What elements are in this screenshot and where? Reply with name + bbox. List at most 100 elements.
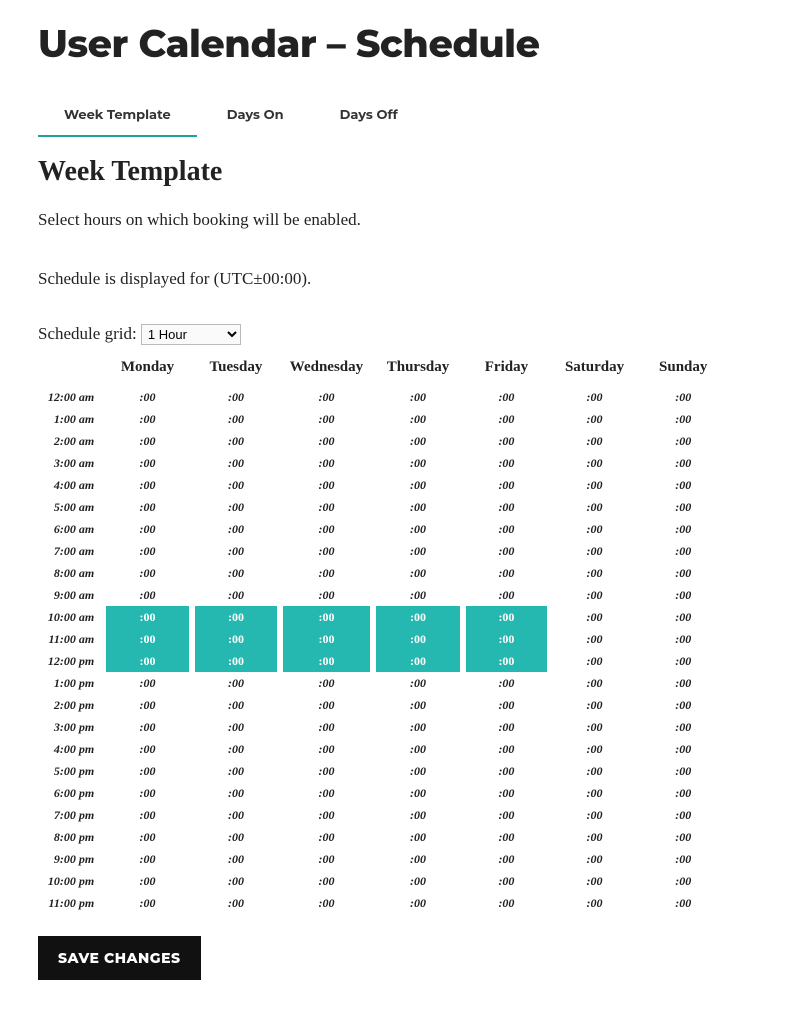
schedule-cell[interactable]: :00 [376, 738, 460, 760]
schedule-cell[interactable]: :00 [106, 606, 189, 628]
schedule-cell[interactable]: :00 [642, 606, 724, 628]
schedule-cell[interactable]: :00 [466, 606, 547, 628]
schedule-cell[interactable]: :00 [283, 738, 370, 760]
schedule-cell[interactable]: :00 [642, 826, 724, 848]
schedule-cell[interactable]: :00 [466, 716, 547, 738]
schedule-cell[interactable]: :00 [376, 672, 460, 694]
schedule-cell[interactable]: :00 [642, 496, 724, 518]
schedule-cell[interactable]: :00 [283, 584, 370, 606]
schedule-cell[interactable]: :00 [195, 804, 277, 826]
schedule-cell[interactable]: :00 [553, 452, 637, 474]
schedule-cell[interactable]: :00 [106, 408, 189, 430]
schedule-cell[interactable]: :00 [376, 452, 460, 474]
schedule-cell[interactable]: :00 [106, 672, 189, 694]
schedule-cell[interactable]: :00 [642, 694, 724, 716]
schedule-cell[interactable]: :00 [642, 518, 724, 540]
schedule-cell[interactable]: :00 [376, 826, 460, 848]
schedule-cell[interactable]: :00 [376, 716, 460, 738]
schedule-cell[interactable]: :00 [195, 760, 277, 782]
schedule-cell[interactable]: :00 [553, 716, 637, 738]
schedule-cell[interactable]: :00 [106, 804, 189, 826]
schedule-cell[interactable]: :00 [283, 892, 370, 914]
schedule-cell[interactable]: :00 [195, 628, 277, 650]
schedule-cell[interactable]: :00 [376, 584, 460, 606]
schedule-cell[interactable]: :00 [642, 562, 724, 584]
schedule-cell[interactable]: :00 [642, 892, 724, 914]
schedule-cell[interactable]: :00 [642, 650, 724, 672]
schedule-cell[interactable]: :00 [283, 386, 370, 408]
schedule-cell[interactable]: :00 [642, 452, 724, 474]
schedule-cell[interactable]: :00 [553, 892, 637, 914]
schedule-cell[interactable]: :00 [195, 386, 277, 408]
schedule-cell[interactable]: :00 [466, 452, 547, 474]
schedule-cell[interactable]: :00 [553, 848, 637, 870]
schedule-cell[interactable]: :00 [376, 650, 460, 672]
schedule-cell[interactable]: :00 [106, 518, 189, 540]
schedule-cell[interactable]: :00 [106, 738, 189, 760]
schedule-cell[interactable]: :00 [466, 782, 547, 804]
schedule-cell[interactable]: :00 [376, 870, 460, 892]
schedule-cell[interactable]: :00 [283, 694, 370, 716]
schedule-cell[interactable]: :00 [106, 716, 189, 738]
schedule-cell[interactable]: :00 [642, 584, 724, 606]
schedule-cell[interactable]: :00 [195, 562, 277, 584]
schedule-cell[interactable]: :00 [466, 694, 547, 716]
schedule-cell[interactable]: :00 [195, 650, 277, 672]
schedule-cell[interactable]: :00 [553, 584, 637, 606]
schedule-cell[interactable]: :00 [553, 628, 637, 650]
schedule-cell[interactable]: :00 [106, 650, 189, 672]
schedule-cell[interactable]: :00 [376, 848, 460, 870]
schedule-cell[interactable]: :00 [553, 694, 637, 716]
schedule-grid-select[interactable]: 1 Hour [141, 324, 241, 345]
schedule-cell[interactable]: :00 [553, 518, 637, 540]
schedule-cell[interactable]: :00 [642, 870, 724, 892]
schedule-cell[interactable]: :00 [466, 408, 547, 430]
schedule-cell[interactable]: :00 [466, 650, 547, 672]
schedule-cell[interactable]: :00 [195, 892, 277, 914]
schedule-cell[interactable]: :00 [106, 496, 189, 518]
schedule-cell[interactable]: :00 [106, 848, 189, 870]
schedule-cell[interactable]: :00 [283, 474, 370, 496]
schedule-cell[interactable]: :00 [642, 672, 724, 694]
schedule-cell[interactable]: :00 [283, 716, 370, 738]
schedule-cell[interactable]: :00 [466, 760, 547, 782]
schedule-cell[interactable]: :00 [642, 782, 724, 804]
schedule-cell[interactable]: :00 [283, 848, 370, 870]
schedule-cell[interactable]: :00 [466, 848, 547, 870]
schedule-cell[interactable]: :00 [283, 562, 370, 584]
schedule-cell[interactable]: :00 [466, 430, 547, 452]
schedule-cell[interactable]: :00 [553, 826, 637, 848]
schedule-cell[interactable]: :00 [466, 562, 547, 584]
schedule-cell[interactable]: :00 [466, 584, 547, 606]
schedule-cell[interactable]: :00 [642, 386, 724, 408]
schedule-cell[interactable]: :00 [466, 870, 547, 892]
schedule-cell[interactable]: :00 [283, 760, 370, 782]
schedule-cell[interactable]: :00 [283, 628, 370, 650]
schedule-cell[interactable]: :00 [642, 760, 724, 782]
schedule-cell[interactable]: :00 [195, 540, 277, 562]
tab-days-on[interactable]: Days On [201, 97, 310, 137]
schedule-cell[interactable]: :00 [195, 452, 277, 474]
schedule-cell[interactable]: :00 [283, 496, 370, 518]
schedule-cell[interactable]: :00 [553, 474, 637, 496]
schedule-cell[interactable]: :00 [283, 650, 370, 672]
schedule-cell[interactable]: :00 [195, 694, 277, 716]
schedule-cell[interactable]: :00 [642, 430, 724, 452]
schedule-cell[interactable]: :00 [106, 760, 189, 782]
schedule-cell[interactable]: :00 [553, 650, 637, 672]
schedule-cell[interactable]: :00 [376, 474, 460, 496]
schedule-cell[interactable]: :00 [553, 540, 637, 562]
schedule-cell[interactable]: :00 [376, 430, 460, 452]
schedule-cell[interactable]: :00 [466, 540, 547, 562]
schedule-cell[interactable]: :00 [106, 386, 189, 408]
schedule-cell[interactable]: :00 [553, 606, 637, 628]
schedule-cell[interactable]: :00 [466, 628, 547, 650]
schedule-cell[interactable]: :00 [466, 474, 547, 496]
schedule-cell[interactable]: :00 [553, 430, 637, 452]
schedule-cell[interactable]: :00 [106, 628, 189, 650]
schedule-cell[interactable]: :00 [376, 606, 460, 628]
schedule-cell[interactable]: :00 [376, 408, 460, 430]
schedule-cell[interactable]: :00 [283, 452, 370, 474]
schedule-cell[interactable]: :00 [106, 430, 189, 452]
schedule-cell[interactable]: :00 [106, 452, 189, 474]
